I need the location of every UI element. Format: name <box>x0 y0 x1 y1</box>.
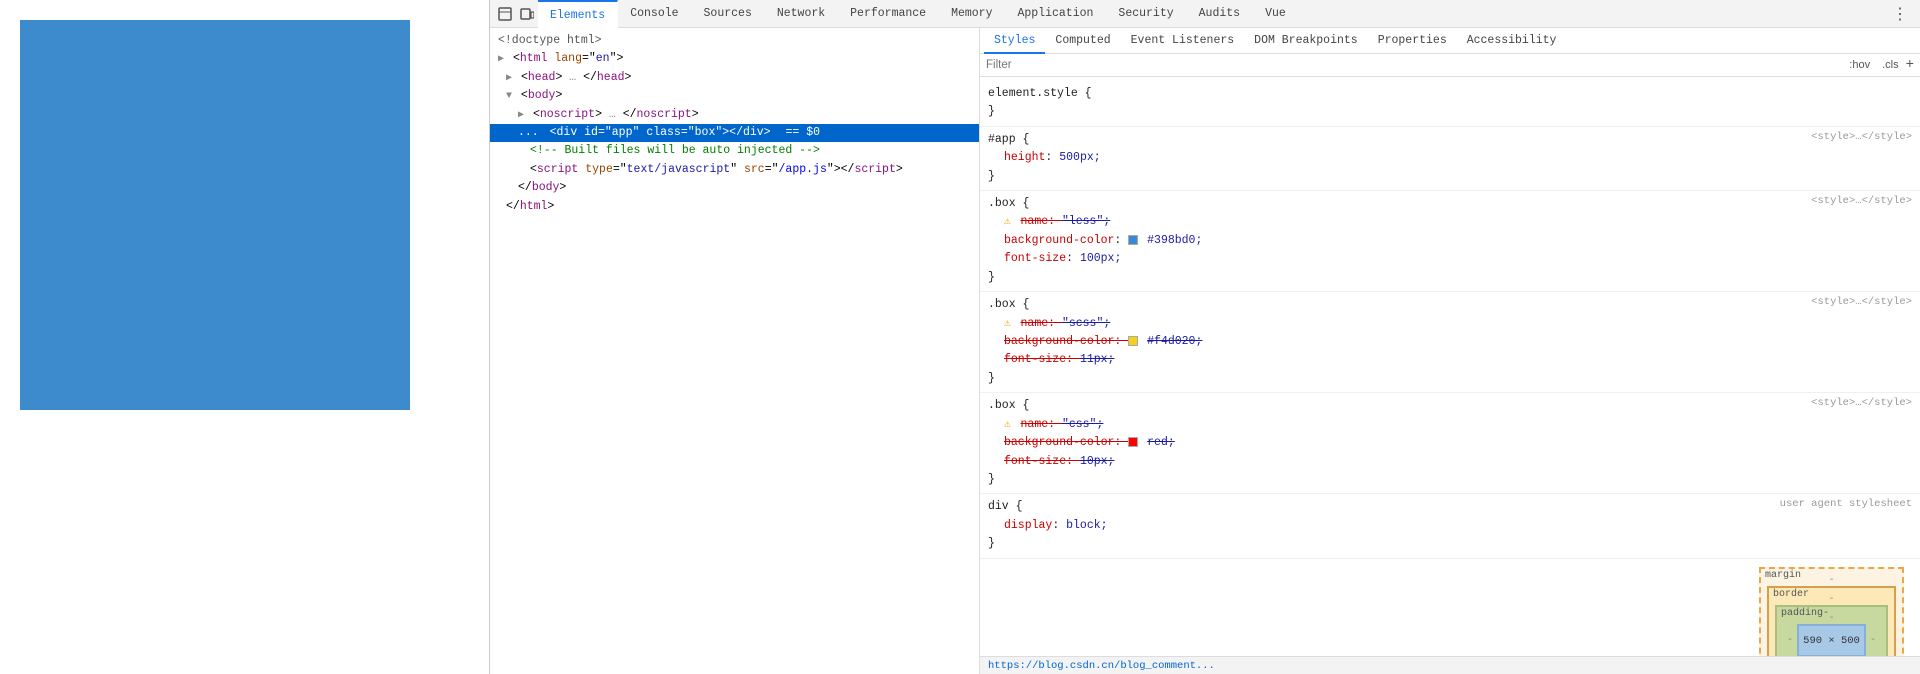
box-model-area: margin - border - padding- - <box>980 559 1920 656</box>
tab-sources[interactable]: Sources <box>692 0 765 28</box>
box-scss-source: <style>…</style> <box>1803 296 1912 308</box>
tab-console[interactable]: Console <box>618 0 691 28</box>
sub-tabs: Styles Computed Event Listeners DOM Brea… <box>980 28 1920 54</box>
doctype-line: <!doctype html> <box>490 32 979 50</box>
devtools-body: <!doctype html> ▶ <html lang="en"> ▶ <he… <box>490 28 1920 674</box>
blue-box <box>20 20 410 410</box>
div-ua-style-block: div { display: block; } user agent style… <box>980 494 1920 558</box>
styles-panel: Styles Computed Event Listeners DOM Brea… <box>980 28 1920 674</box>
html-open-line: ▶ <html lang="en"> <box>490 50 979 68</box>
head-arrow[interactable]: ▶ <box>506 73 512 84</box>
margin-box: margin - border - padding- - <box>1759 567 1904 656</box>
filter-input[interactable] <box>986 59 1842 71</box>
border-box: border - padding- - - <box>1767 586 1896 656</box>
padding-right: - <box>1866 635 1880 646</box>
app-style-source: <style>…</style> <box>1803 131 1912 143</box>
warning-icon-2: ⚠ <box>1004 318 1011 330</box>
subtab-accessibility[interactable]: Accessibility <box>1457 28 1567 54</box>
box-css-source: <style>…</style> <box>1803 397 1912 409</box>
inspect-icon[interactable] <box>494 3 516 25</box>
color-swatch-3 <box>1128 437 1138 447</box>
element-style-block: element.style { } <box>980 81 1920 127</box>
tab-elements[interactable]: Elements <box>538 0 618 28</box>
padding-left: - <box>1783 635 1797 646</box>
padding-label: padding- <box>1781 608 1829 619</box>
box-model-container: margin - border - padding- - <box>1759 567 1904 656</box>
padding-box: padding- - - 590 × 500 - <box>1775 605 1888 656</box>
tab-security[interactable]: Security <box>1106 0 1186 28</box>
subtab-styles[interactable]: Styles <box>984 28 1045 54</box>
html-arrow[interactable]: ▶ <box>498 54 504 65</box>
devtools-toolbar: Elements Console Sources Network Perform… <box>490 0 1920 28</box>
cls-button[interactable]: .cls <box>1877 57 1904 73</box>
tab-application[interactable]: Application <box>1006 0 1107 28</box>
status-url[interactable]: https://blog.csdn.cn/blog_comment... <box>988 660 1215 672</box>
add-style-button[interactable]: + <box>1906 57 1914 73</box>
status-bar: https://blog.csdn.cn/blog_comment... <box>980 656 1920 674</box>
div-app-line[interactable]: ... <div id="app" class="box"></div> == … <box>490 124 979 142</box>
tab-vue[interactable]: Vue <box>1253 0 1299 28</box>
box-less-source: <style>…</style> <box>1803 195 1912 207</box>
content-size: 590 × 500 <box>1803 635 1860 647</box>
box-style-css-block: .box { ⚠ name: "css"; background-color: … <box>980 393 1920 494</box>
comment-line: <!-- Built files will be auto injected -… <box>490 142 979 160</box>
app-style-block: #app { height: 500px; } <style>…</style> <box>980 127 1920 191</box>
script-line: <script type="text/javascript" src="/app… <box>490 161 979 179</box>
noscript-arrow[interactable]: ▶ <box>518 110 524 121</box>
html-close-line: </html> <box>490 198 979 216</box>
subtab-dom-breakpoints[interactable]: DOM Breakpoints <box>1244 28 1368 54</box>
noscript-line: ▶ <noscript> … </noscript> <box>490 106 979 124</box>
styles-content: element.style { } #app { heigh <box>980 77 1920 656</box>
margin-label: margin <box>1765 570 1801 581</box>
elements-panel: <!doctype html> ▶ <html lang="en"> ▶ <he… <box>490 28 980 674</box>
tab-performance[interactable]: Performance <box>838 0 939 28</box>
body-open-line: ▼ <body> <box>490 87 979 105</box>
warning-icon-1: ⚠ <box>1004 216 1011 228</box>
subtab-computed[interactable]: Computed <box>1045 28 1120 54</box>
color-swatch-2 <box>1128 336 1138 346</box>
main-tabs: Elements Console Sources Network Perform… <box>538 0 1916 28</box>
body-arrow[interactable]: ▼ <box>506 91 512 102</box>
subtab-event-listeners[interactable]: Event Listeners <box>1121 28 1245 54</box>
preview-panel <box>0 0 490 674</box>
ua-stylesheet-label: user agent stylesheet <box>1772 498 1912 510</box>
devtools: Elements Console Sources Network Perform… <box>490 0 1920 674</box>
box-style-less-block: .box { ⚠ name: "less"; background-color:… <box>980 191 1920 292</box>
body-close-line: </body> <box>490 179 979 197</box>
hov-button[interactable]: :hov <box>1844 57 1875 73</box>
warning-icon-3: ⚠ <box>1004 419 1011 431</box>
more-tabs-icon[interactable]: ⋮ <box>1884 4 1916 24</box>
head-line: ▶ <head> … </head> <box>490 69 979 87</box>
tab-memory[interactable]: Memory <box>939 0 1005 28</box>
border-label: border <box>1773 589 1809 600</box>
tab-network[interactable]: Network <box>765 0 838 28</box>
tab-audits[interactable]: Audits <box>1187 0 1253 28</box>
device-toggle-icon[interactable] <box>516 3 538 25</box>
filter-bar: :hov .cls + <box>980 54 1920 77</box>
box-style-scss-block: .box { ⚠ name: "scss"; background-color:… <box>980 292 1920 393</box>
content-box: 590 × 500 <box>1797 624 1866 656</box>
color-swatch-1 <box>1128 235 1138 245</box>
subtab-properties[interactable]: Properties <box>1368 28 1457 54</box>
